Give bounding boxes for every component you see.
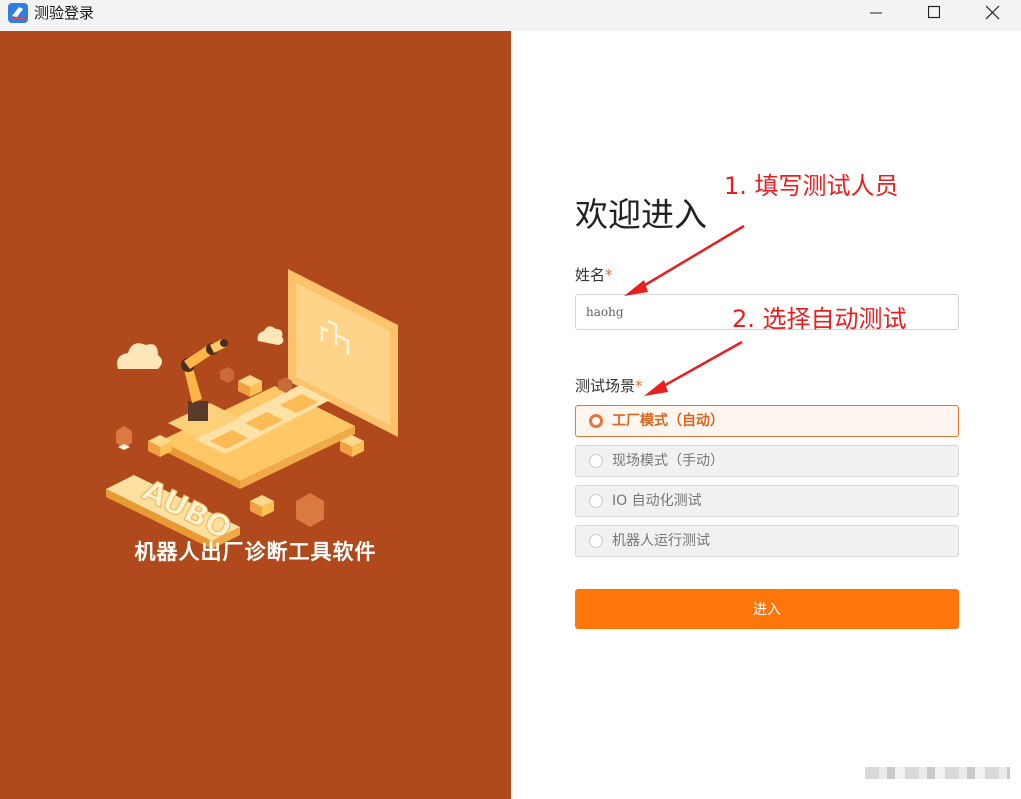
login-window: 测验登录 AUBO 机器人出厂诊断工具软件 欢迎进入 姓名* haohg 测试场…	[0, 0, 1021, 799]
annotation-arrows	[624, 224, 745, 396]
arrow-icon	[639, 224, 745, 290]
arrowhead-icon	[624, 280, 648, 296]
blurred-watermark	[865, 767, 1010, 779]
arrowhead-icon	[644, 380, 668, 396]
arrow-icon	[659, 340, 743, 390]
